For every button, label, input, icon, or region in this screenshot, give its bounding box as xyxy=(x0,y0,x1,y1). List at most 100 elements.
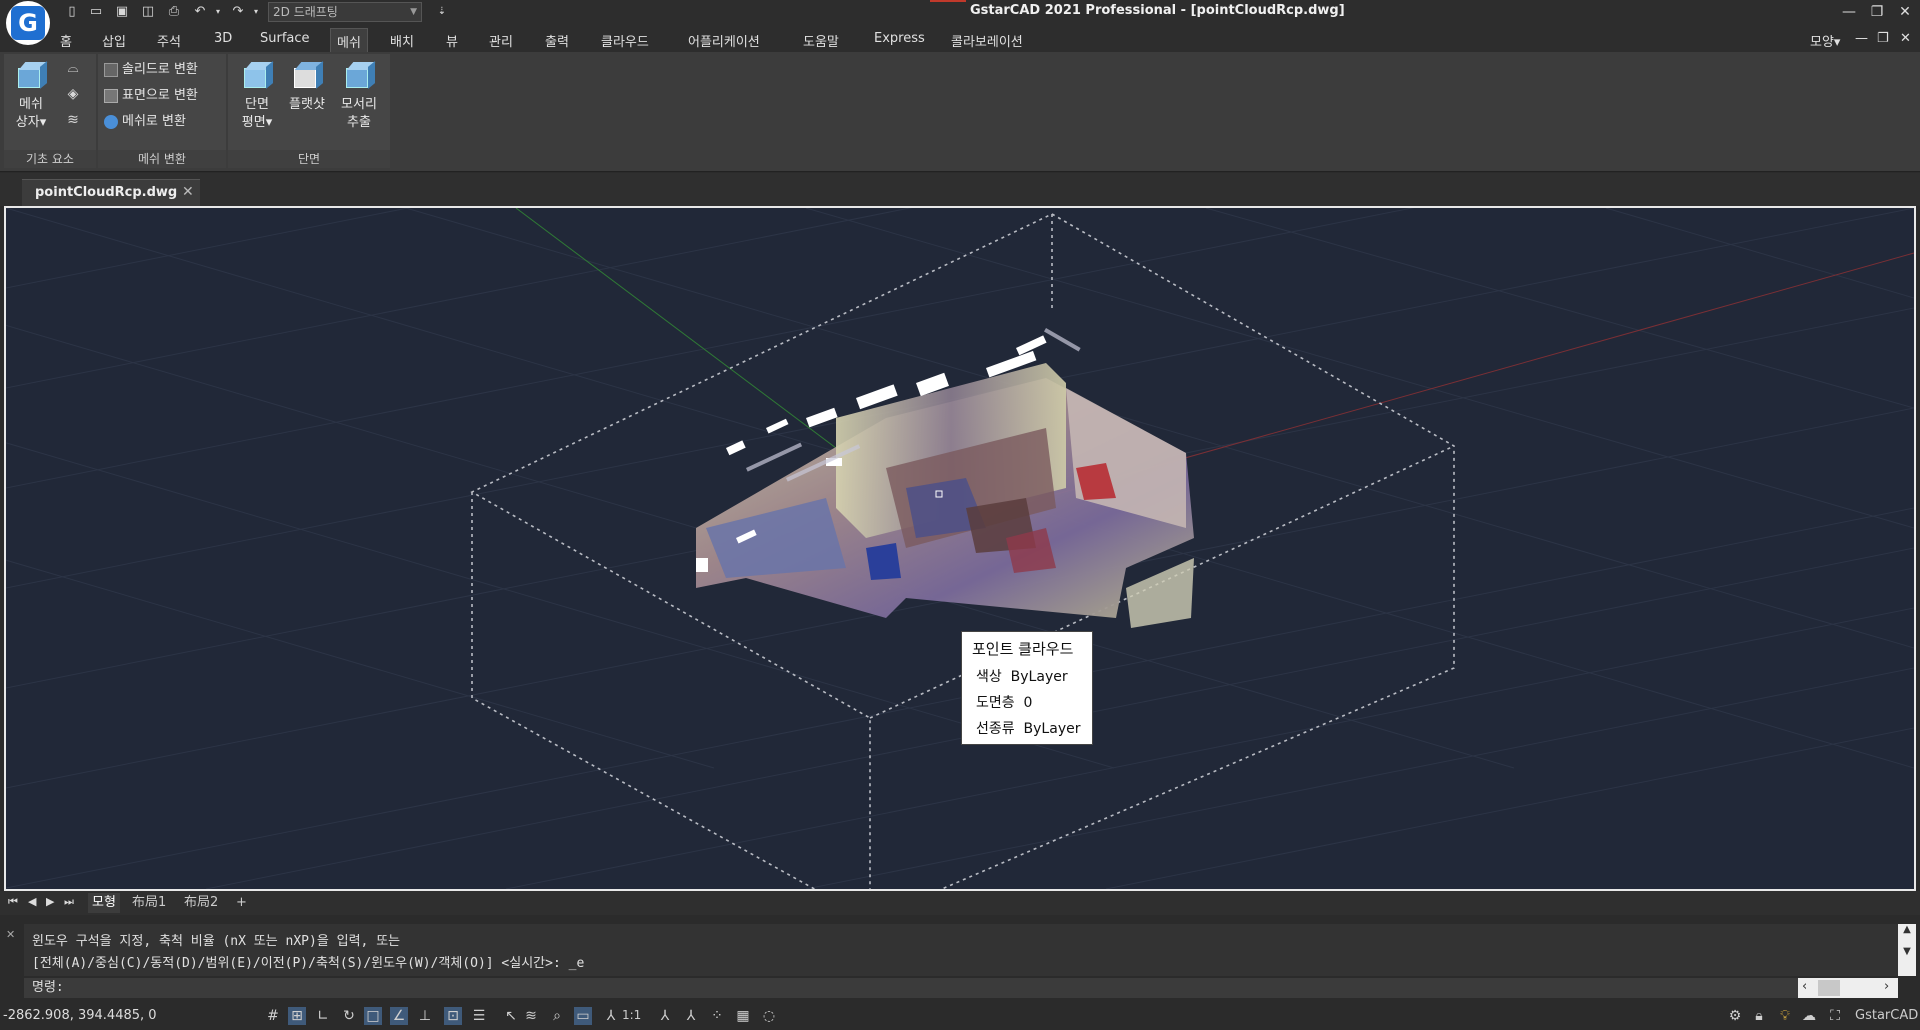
lightbulb-icon[interactable]: 💡︎ xyxy=(1776,1007,1794,1025)
tab-cloud[interactable]: 클라우드 xyxy=(601,31,649,50)
open-folder-icon[interactable]: ▭ xyxy=(88,4,104,20)
polar-icon[interactable]: ↻ xyxy=(340,1007,358,1025)
lock-icon[interactable]: 🔒︎ xyxy=(1750,1007,1768,1025)
save-as-icon[interactable]: ◫ xyxy=(140,4,156,20)
tab-collaboration[interactable]: 콜라보레이션 xyxy=(951,31,1023,50)
convert-mesh-icon xyxy=(104,114,118,129)
doc-tab-pointcloud[interactable]: pointCloudRcp.dwg ✕ xyxy=(22,179,200,206)
edge-mesh-icon[interactable]: ◈ xyxy=(64,86,82,102)
command-history: 윈도우 구석을 지정, 축척 비율 (nX 또는 nXP)을 입력, 또는 [전… xyxy=(24,924,1898,976)
tab-3d[interactable]: 3D xyxy=(214,31,232,46)
revolved-mesh-icon[interactable]: ⌓ xyxy=(64,60,82,76)
fullscreen-icon[interactable]: ⛶ xyxy=(1826,1007,1844,1025)
cloud-icon[interactable]: ☁ xyxy=(1800,1007,1818,1025)
scroll-right-icon[interactable]: › xyxy=(1884,979,1889,994)
last-tab-icon[interactable]: ⏭ xyxy=(64,895,74,909)
doc-minimize-icon[interactable]: — xyxy=(1855,31,1868,46)
gear-icon[interactable]: ⚙ xyxy=(1726,1007,1744,1025)
add-layout-button[interactable]: + xyxy=(232,893,251,913)
extract-edges-button[interactable]: 모서리 추출 xyxy=(336,56,382,146)
convert-to-mesh-button[interactable]: 메쉬로 변환 xyxy=(104,112,186,132)
close-command-icon[interactable]: ✕ xyxy=(6,928,15,941)
doc-close-icon[interactable]: ✕ xyxy=(1900,31,1911,46)
undo-icon[interactable]: ↶ xyxy=(192,4,208,20)
tab-layout[interactable]: 배치 xyxy=(390,31,414,50)
scroll-thumb[interactable] xyxy=(1818,980,1840,996)
tab-output[interactable]: 출력 xyxy=(545,31,569,50)
ortho-icon[interactable]: ∟ xyxy=(314,1007,332,1025)
mesh-box-label-2: 상자▾ xyxy=(15,115,47,130)
app-logo[interactable]: G xyxy=(6,1,50,45)
close-icon[interactable]: ✕ xyxy=(182,184,194,200)
new-file-icon[interactable]: ▯ xyxy=(64,4,80,20)
redo-dropdown-icon[interactable]: ▾ xyxy=(248,4,264,20)
drawing-viewport[interactable] xyxy=(4,206,1916,891)
tooltip-row-color: 색상 ByLayer xyxy=(976,666,1068,686)
snap-tracking-icon[interactable]: ∠ xyxy=(390,1007,408,1025)
document-tab-bar: pointCloudRcp.dwg ✕ xyxy=(0,173,1920,206)
panel-convert-mesh: 솔리드로 변환 표면으로 변환 메쉬로 변환 메쉬 변환 xyxy=(98,54,226,168)
auto-scale-icon[interactable]: ⅄ xyxy=(682,1007,700,1025)
tab-model[interactable]: 모형 xyxy=(88,893,120,913)
object-snap-icon[interactable]: □ xyxy=(364,1007,382,1025)
undo-dropdown-icon[interactable]: ▾ xyxy=(210,4,226,20)
appearance-menu[interactable]: 모양▾ xyxy=(1810,31,1840,50)
dynamic-input-icon[interactable]: ⊡ xyxy=(444,1007,462,1025)
doc-tab-label: pointCloudRcp.dwg xyxy=(35,185,178,200)
selection-cycling-icon[interactable]: ↖ xyxy=(502,1007,520,1025)
command-hscroll[interactable]: ‹ › xyxy=(1798,978,1898,998)
tab-layout1[interactable]: 布局1 xyxy=(128,893,170,913)
close-icon[interactable]: ✕ xyxy=(1894,2,1916,22)
isolate-icon[interactable]: ⁘ xyxy=(708,1007,726,1025)
command-vscroll[interactable]: ▲ ▼ xyxy=(1898,924,1916,976)
calculator-icon[interactable]: ▦ xyxy=(734,1007,752,1025)
tab-view[interactable]: 뷰 xyxy=(446,31,458,50)
tab-home[interactable]: 홈 xyxy=(60,31,72,50)
title-bar: G ▯ ▭ ▣ ◫ ⎙ ↶ ▾ ↷ ▾ 2D 드래프팅 ▼ ⇣ GstarCAD… xyxy=(0,0,1920,45)
tab-manage[interactable]: 관리 xyxy=(489,31,513,50)
tab-mesh[interactable]: 메쉬 xyxy=(330,28,368,54)
convert-to-solid-button[interactable]: 솔리드로 변환 xyxy=(104,60,198,80)
next-tab-icon[interactable]: ▶ xyxy=(46,895,54,908)
ruled-mesh-icon[interactable]: ≋ xyxy=(64,112,82,128)
clean-screen-icon[interactable]: ◌ xyxy=(760,1007,778,1025)
convert-to-surface-button[interactable]: 표면으로 변환 xyxy=(104,86,198,106)
command-input[interactable]: 명령: xyxy=(24,978,1798,998)
tab-insert[interactable]: 삽입 xyxy=(102,31,126,50)
customize-toolbar-icon[interactable]: ⇣ xyxy=(434,4,450,20)
save-icon[interactable]: ▣ xyxy=(114,4,130,20)
redo-icon[interactable]: ↷ xyxy=(230,4,246,20)
zoom-icon[interactable]: ⌕ xyxy=(548,1007,566,1025)
workspace-select[interactable]: 2D 드래프팅 ▼ xyxy=(268,2,422,22)
tab-surface[interactable]: Surface xyxy=(260,31,310,46)
chevron-down-icon: ▼ xyxy=(410,7,417,17)
flatshot-icon xyxy=(290,60,324,90)
flatshot-button[interactable]: 플랫샷 xyxy=(284,56,330,146)
lineweight-icon[interactable]: ☰ xyxy=(470,1007,488,1025)
annotation-visibility-icon[interactable]: ⅄ xyxy=(656,1007,674,1025)
tab-annotate[interactable]: 주석 xyxy=(157,31,181,50)
doc-restore-icon[interactable]: ❐ xyxy=(1877,31,1889,46)
restore-icon[interactable]: ❐ xyxy=(1866,2,1888,22)
tab-layout2[interactable]: 布局2 xyxy=(180,893,222,913)
scroll-left-icon[interactable]: ‹ xyxy=(1802,979,1807,994)
tab-express[interactable]: Express xyxy=(874,31,925,46)
section-plane-button[interactable]: 단면 평면▾ xyxy=(234,56,280,146)
panel-title-convert: 메쉬 변환 xyxy=(98,150,226,168)
annotation-scale-value[interactable]: 1:1 xyxy=(622,1008,641,1022)
tooltip-key: 선종류 xyxy=(976,721,1015,737)
ducs-icon[interactable]: ⊥ xyxy=(416,1007,434,1025)
annotation-scale-icon[interactable]: ⅄ xyxy=(602,1007,620,1025)
tooltip-title: 포인트 클라우드 xyxy=(972,640,1074,658)
mesh-box-button[interactable]: 메쉬 상자▾ xyxy=(8,56,54,146)
tab-applications[interactable]: 어플리케이션 xyxy=(688,31,760,50)
first-tab-icon[interactable]: ⏮ xyxy=(8,895,18,909)
tab-help[interactable]: 도움말 xyxy=(803,31,839,50)
print-icon[interactable]: ⎙ xyxy=(166,4,182,20)
snap-mode-icon[interactable]: ⊞ xyxy=(288,1007,306,1025)
prev-tab-icon[interactable]: ◀ xyxy=(28,895,36,908)
minimize-icon[interactable]: — xyxy=(1838,2,1860,22)
viewport-icon[interactable]: ▭ xyxy=(574,1007,592,1025)
layer-icon[interactable]: ≋ xyxy=(522,1007,540,1025)
grid-display-icon[interactable]: # xyxy=(264,1007,282,1025)
